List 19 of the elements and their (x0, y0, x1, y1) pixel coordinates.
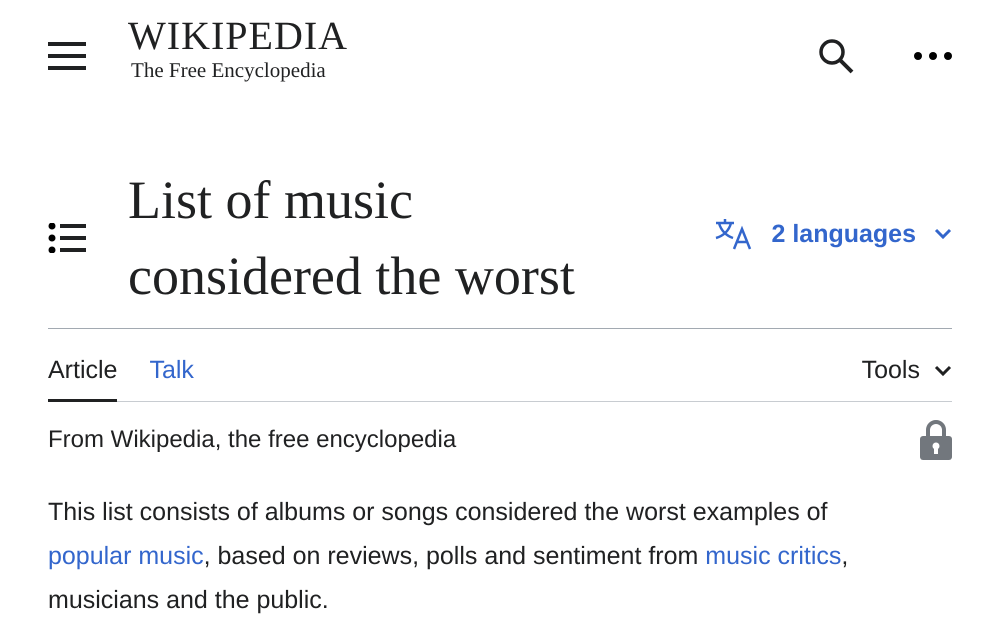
contents-icon[interactable] (48, 223, 86, 253)
tab[interactable]: Article (48, 356, 118, 402)
more-icon[interactable] (914, 52, 952, 60)
caret-icon (934, 364, 952, 376)
tools-menu[interactable]: Tools (862, 356, 952, 401)
intro-paragraph: This list consists of albums or songs considered the worst examples of popular music, based on reviews, polls and sentiment from music critics, musicians and the public. (48, 497, 850, 616)
search-icon[interactable] (818, 38, 854, 74)
page-title: List of music considered the worst (128, 169, 576, 308)
site-subtitle: From Wikipedia, the free encyclopedia (48, 426, 456, 454)
translate-icon (714, 218, 754, 250)
languages-button[interactable]: 2 languages (714, 218, 952, 250)
tagline: The Free Encyclopedia (131, 58, 327, 82)
tab[interactable]: Talk (149, 356, 194, 402)
article-link[interactable]: popular music (48, 542, 204, 570)
article-link[interactable]: music critics (705, 542, 842, 570)
caret-icon (934, 228, 952, 240)
lock-icon (920, 420, 952, 460)
wordmark: WIKIPEDIA (128, 14, 350, 58)
menu-button[interactable] (48, 41, 86, 71)
